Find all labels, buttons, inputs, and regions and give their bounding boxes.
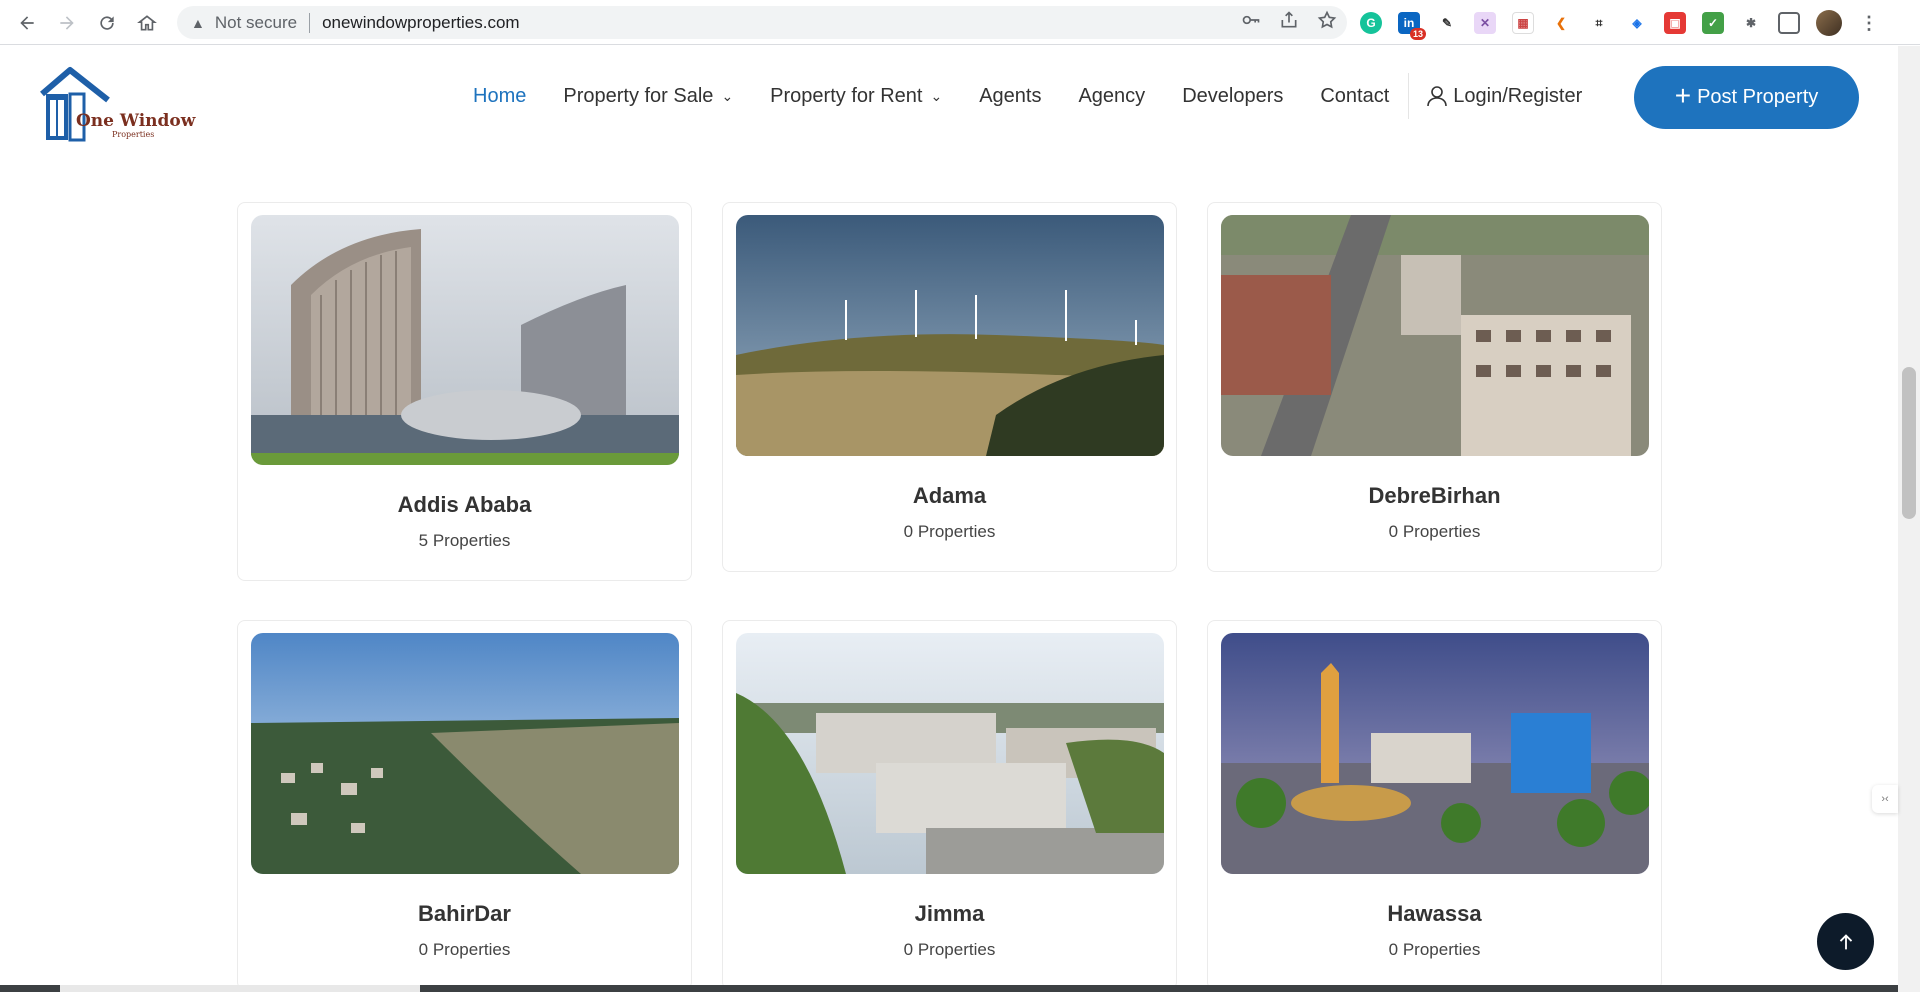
city-image-bahirdar [251, 633, 679, 874]
home-icon[interactable] [127, 3, 167, 43]
property-count: 0 Properties [1388, 522, 1481, 541]
puzzle-icon[interactable]: ✱ [1740, 12, 1762, 34]
sidepanel-icon[interactable] [1778, 12, 1800, 34]
city-name: Adama [912, 483, 987, 508]
menu-dots-icon[interactable]: ⋮ [1858, 12, 1880, 34]
address-bar[interactable]: ▲ Not secure onewindowproperties.com [177, 6, 1347, 39]
forward-icon[interactable] [47, 3, 87, 43]
nav-property-for-rent[interactable]: Property for Rent ⌄ [770, 85, 942, 108]
city-name: Jimma [914, 901, 985, 926]
screenshot-icon[interactable]: ⌗ [1588, 12, 1610, 34]
city-card[interactable]: Hawassa 0 Properties [1207, 620, 1662, 990]
linkedin-icon[interactable]: in 13 [1398, 12, 1426, 40]
city-image-jimma [736, 633, 1164, 874]
nav-agency[interactable]: Agency [1078, 85, 1145, 108]
page-scrollbar[interactable] [1898, 46, 1920, 992]
back-icon[interactable] [7, 3, 47, 43]
side-widget-tab[interactable]: ›‹ [1872, 785, 1898, 813]
nav-developers[interactable]: Developers [1182, 85, 1283, 108]
calendar-icon[interactable]: ▦ [1512, 12, 1534, 34]
city-card[interactable]: Addis Ababa 5 Properties [237, 202, 692, 581]
post-property-button[interactable]: + Post Property [1634, 66, 1859, 129]
nav-sale-label: Property for Sale [563, 84, 714, 107]
city-name: Addis Ababa [397, 492, 532, 517]
property-count: 0 Properties [903, 940, 996, 959]
warning-icon: ▲ [191, 14, 205, 31]
scrollbar-thumb[interactable] [1902, 367, 1916, 519]
city-name: Hawassa [1387, 901, 1482, 926]
pencil-icon[interactable]: ✎ [1436, 12, 1458, 34]
reload-icon[interactable] [87, 3, 127, 43]
back-to-top-button[interactable] [1817, 913, 1874, 970]
city-name: BahirDar [418, 901, 511, 926]
nav-divider [1408, 73, 1410, 119]
brand-name: One Window [76, 111, 196, 131]
brand-subtitle: Properties [112, 130, 155, 139]
chevron-down-icon: ⌄ [721, 87, 734, 104]
browser-toolbar: ▲ Not secure onewindowproperties.com G i… [0, 0, 1920, 45]
url-text[interactable]: onewindowproperties.com [322, 13, 520, 33]
property-count: 0 Properties [418, 940, 511, 959]
bookmark-star-icon[interactable] [1317, 10, 1337, 35]
share-icon[interactable] [1279, 10, 1299, 35]
nav-contact[interactable]: Contact [1320, 85, 1389, 108]
site-header: One Window Properties Home Property for … [0, 46, 1898, 146]
kite-icon[interactable]: ❮ [1550, 12, 1572, 34]
pdf-icon[interactable]: ▣ [1664, 12, 1686, 34]
main-nav: Home Property for Sale ⌄ Property for Re… [473, 46, 1582, 146]
key-icon[interactable] [1241, 10, 1261, 35]
property-count: 0 Properties [1388, 940, 1481, 959]
login-label: Login/Register [1453, 84, 1583, 107]
post-property-label: Post Property [1697, 86, 1819, 108]
login-register-link[interactable]: Login/Register [1427, 85, 1582, 108]
house-logo-icon [40, 67, 110, 142]
not-secure-label: Not secure [214, 12, 298, 32]
city-card[interactable]: BahirDar 0 Properties [237, 620, 692, 990]
extension-x-icon[interactable]: ✕ [1474, 12, 1496, 34]
nav-property-for-sale[interactable]: Property for Sale ⌄ [563, 85, 733, 108]
city-name: DebreBirhan [1368, 483, 1501, 508]
city-card[interactable]: Jimma 0 Properties [722, 620, 1177, 990]
arrow-up-icon [1839, 933, 1852, 949]
property-count: 0 Properties [903, 522, 996, 541]
nav-home[interactable]: Home [473, 85, 526, 108]
user-icon [1427, 86, 1448, 107]
nav-agents[interactable]: Agents [979, 85, 1041, 108]
omnibox-divider [309, 12, 311, 33]
city-card[interactable]: Adama 0 Properties [722, 202, 1177, 572]
grammarly-icon[interactable]: G [1360, 12, 1382, 34]
checklist-icon[interactable]: ✓ [1702, 12, 1724, 34]
city-image-debrebirhan [1221, 215, 1649, 456]
chevron-down-icon: ⌄ [930, 87, 943, 104]
taskbar-strip [0, 985, 1898, 992]
extensions-bar: G in 13 ✎ ✕ ▦ ❮ ⌗ ◈ ▣ ✓ ✱ ⋮ [1360, 8, 1880, 40]
city-card[interactable]: DebreBirhan 0 Properties [1207, 202, 1662, 572]
city-image-adama [736, 215, 1164, 456]
property-count: 5 Properties [418, 531, 511, 550]
nav-rent-label: Property for Rent [770, 84, 923, 107]
plus-icon: + [1674, 80, 1692, 111]
city-image-addis-ababa [251, 215, 679, 465]
city-image-hawassa [1221, 633, 1649, 874]
avatar[interactable] [1816, 10, 1842, 36]
layers-icon[interactable]: ◈ [1626, 12, 1648, 34]
